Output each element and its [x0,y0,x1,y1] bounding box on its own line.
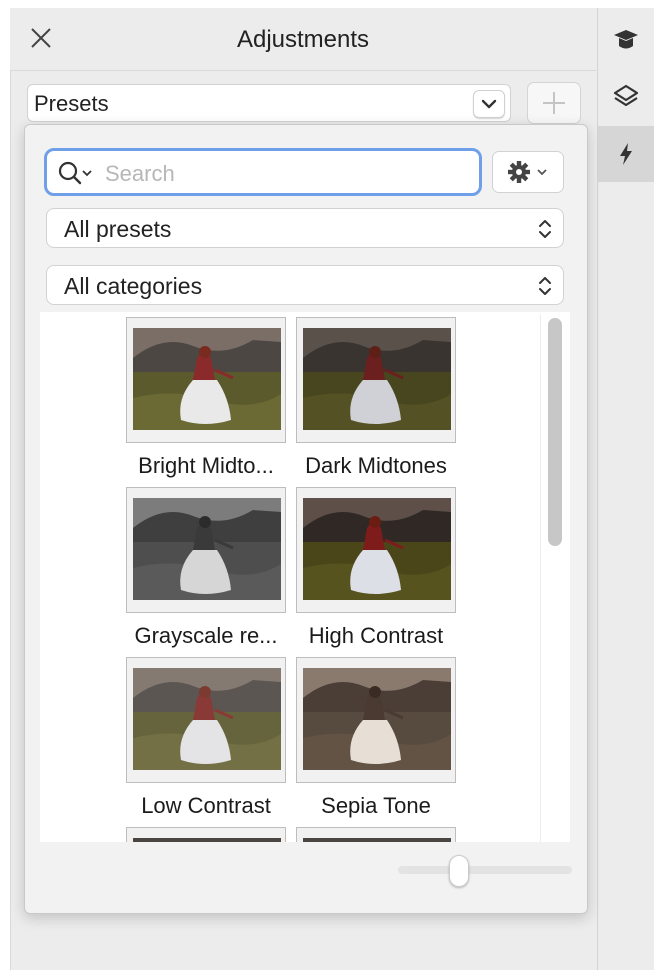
chevron-down-icon [481,99,497,109]
preset-thumbnail[interactable] [126,657,286,783]
updown-chevron-icon [539,220,551,238]
presets-dropdown-toggle[interactable] [473,90,505,118]
thumbnail-size-slider[interactable] [398,866,572,874]
preset-preview-image [303,668,451,770]
search-icon [58,161,92,185]
preset-label: High Contrast [308,623,444,648]
preset-thumbnail[interactable] [296,487,456,613]
presets-filter-select[interactable]: All presets [46,208,564,248]
layers-tab[interactable] [598,68,654,124]
graduation-cap-icon [614,30,638,49]
preset-preview-image [133,838,281,842]
preset-preview-image [303,838,451,842]
preset-label: Grayscale re... [134,623,278,648]
adjustments-tab[interactable] [598,126,654,182]
preset-thumbnail[interactable] [126,487,286,613]
search-input[interactable]: Search [44,148,482,196]
learn-tab[interactable] [598,12,654,68]
lightning-icon [620,143,632,165]
thumbnail-size-slider-knob[interactable] [449,855,469,887]
preset-label: Sepia Tone [321,793,431,818]
panel-title: Adjustments [236,26,370,53]
updown-chevron-icon [539,277,551,295]
add-preset-button[interactable] [527,82,581,124]
plus-icon [543,92,565,114]
preset-grid: Bright Midto... Dark Midtones Grayscale re… [40,312,570,842]
presets-filter-label: All presets [64,216,172,242]
search-placeholder: Search [105,161,175,186]
preset-preview-image [303,498,451,600]
preset-thumbnail[interactable] [126,317,286,443]
preset-preview-image [133,498,281,600]
preset-thumbnail[interactable] [126,827,286,842]
preset-preview-image [133,668,281,770]
preset-label: Dark Midtones [305,453,447,478]
categories-filter-select[interactable]: All categories [46,265,564,305]
preset-preview-image [133,328,281,430]
preset-label: Bright Midto... [138,453,274,478]
presets-label: Presets [34,91,109,116]
preset-label: Low Contrast [141,793,271,818]
preset-thumbnail[interactable] [296,317,456,443]
scrollbar-thumb[interactable] [548,318,562,546]
gear-icon [508,161,547,183]
presets-dropdown[interactable]: Presets [27,84,511,122]
search-options-button[interactable] [492,151,564,193]
categories-filter-label: All categories [64,273,203,299]
layers-icon [613,84,639,107]
preset-thumbnail[interactable] [296,827,456,842]
preset-thumbnail[interactable] [296,657,456,783]
preset-preview-image [303,328,451,430]
